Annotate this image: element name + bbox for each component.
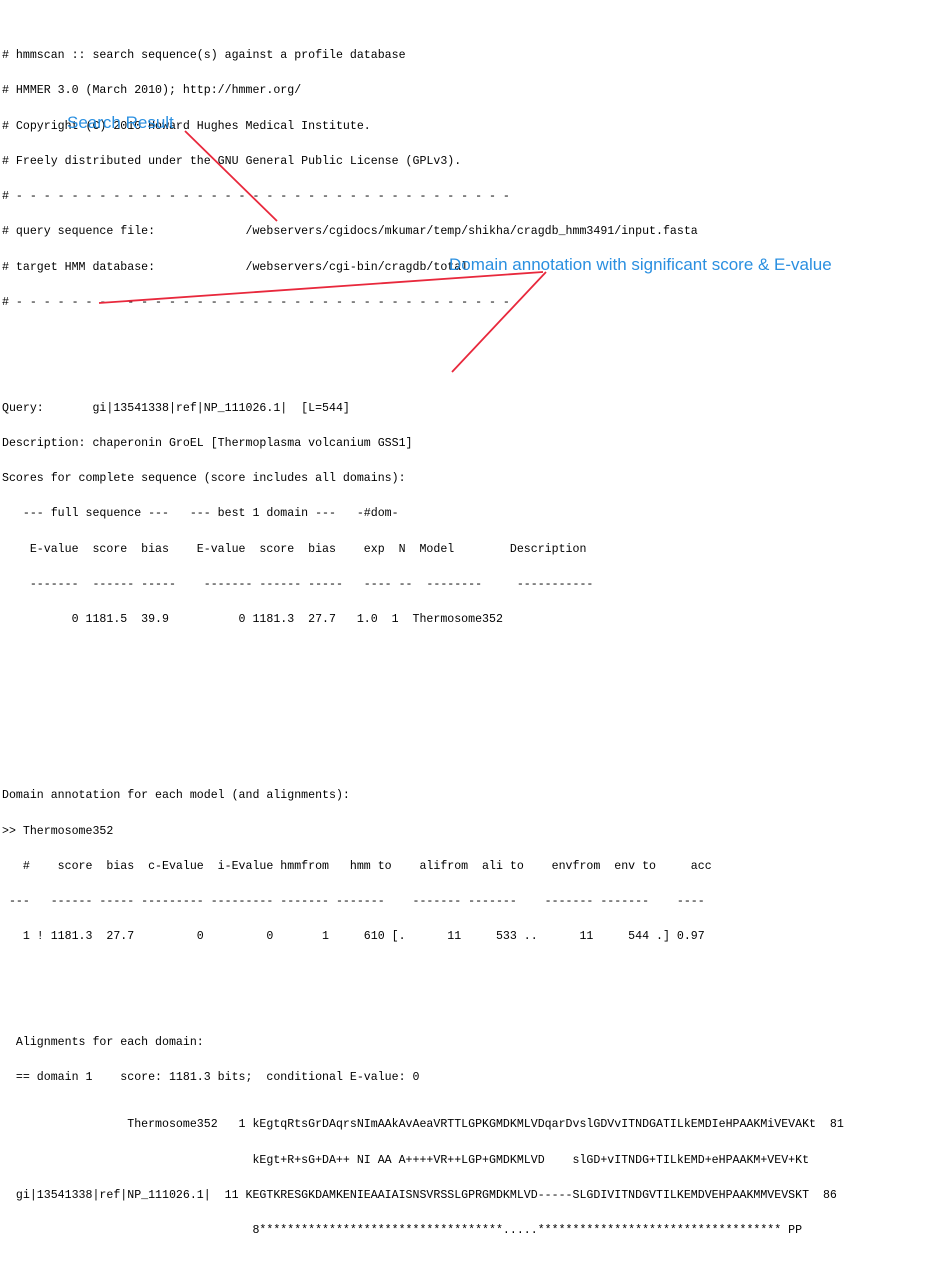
alignment-model-line: Thermosome352 1 kEgtqRtsGrDAqrsNImAAkAvA… bbox=[2, 1118, 844, 1132]
alignment-domain-header: == domain 1 score: 1181.3 bits; conditio… bbox=[2, 1071, 420, 1085]
header-line: # hmmscan :: search sequence(s) against … bbox=[2, 49, 406, 62]
scores-column-rule: ------- ------ ----- ------- ------ ----… bbox=[2, 577, 594, 591]
scores-group-header: --- full sequence --- --- best 1 domain … bbox=[2, 507, 399, 521]
scores-table-row: 0 1181.5 39.9 0 1181.3 27.7 1.0 1 Thermo… bbox=[2, 613, 503, 626]
alignment-sequence-line: gi|13541338|ref|NP_111026.1| 11 KEGTKRES… bbox=[2, 1188, 837, 1202]
domain-model-line: >> Thermosome352 bbox=[2, 824, 114, 838]
scores-column-header: E-value score bias E-value score bias ex… bbox=[2, 542, 587, 556]
alignments-heading: Alignments for each domain: bbox=[2, 1036, 204, 1049]
header-line: # HMMER 3.0 (March 2010); http://hmmer.o… bbox=[2, 84, 302, 98]
annotation-domain-note: Domain annotation with significant score… bbox=[449, 255, 832, 274]
query-sequence-file-line: # query sequence file: /webservers/cgido… bbox=[2, 225, 698, 239]
domain-annotation-heading: Domain annotation for each model (and al… bbox=[2, 789, 350, 803]
scores-heading: Scores for complete sequence (score incl… bbox=[2, 472, 406, 485]
header-divider: # - - - - - - - - - - - - - - - - - - - … bbox=[2, 190, 510, 203]
header-divider: # - - - - - - - - - - - - - - - - - - - … bbox=[2, 295, 510, 309]
description-line: Description: chaperonin GroEL [Thermopla… bbox=[2, 436, 413, 450]
annotation-search-result: Search Result bbox=[67, 113, 174, 132]
header-line: # Freely distributed under the GNU Gener… bbox=[2, 154, 462, 168]
domain-column-header: # score bias c-Evalue i-Evalue hmmfrom h… bbox=[2, 859, 712, 873]
query-line: Query: gi|13541338|ref|NP_111026.1| [L=5… bbox=[2, 401, 350, 415]
domain-table-row: 1 ! 1181.3 27.7 0 0 1 610 [. 11 533 .. 1… bbox=[2, 930, 705, 944]
hmmer-output-terminal: # hmmscan :: search sequence(s) against … bbox=[0, 0, 949, 1237]
alignment-posterior-line: 8***********************************....… bbox=[2, 1224, 803, 1237]
domain-column-rule: --- ------ ----- --------- --------- ---… bbox=[2, 895, 705, 908]
alignment-match-line: kEgt+R+sG+DA++ NI AA A++++VR++LGP+GMDKML… bbox=[2, 1153, 810, 1167]
